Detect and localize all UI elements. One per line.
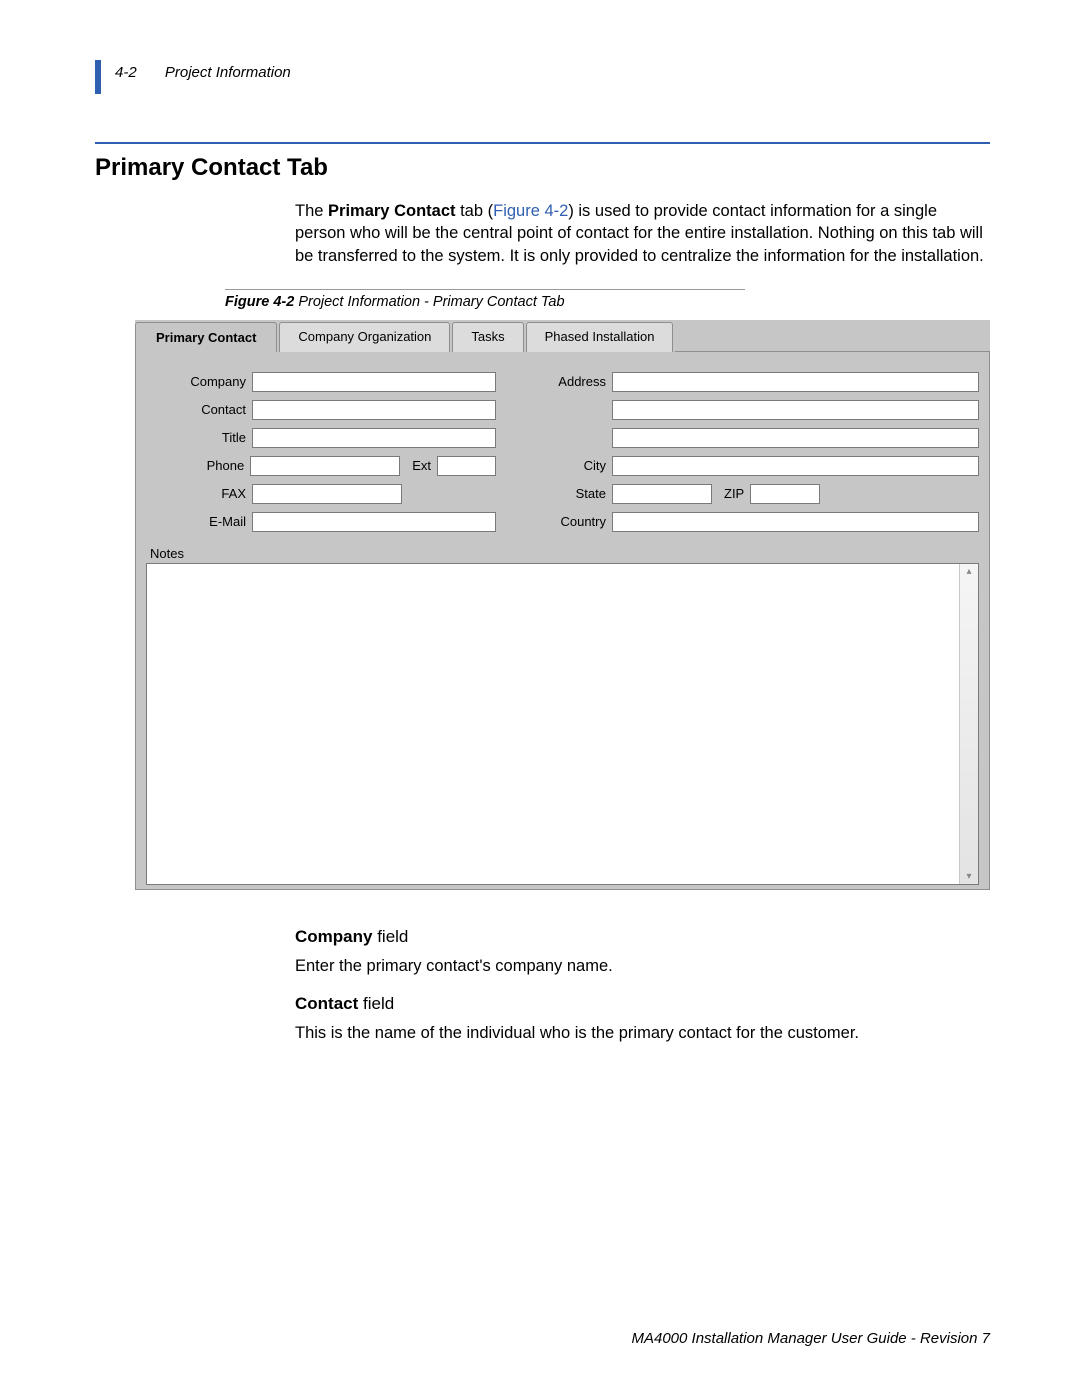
header-section: Project Information [165,64,291,81]
address-field-1[interactable] [612,372,979,392]
page-title: Primary Contact Tab [95,154,990,182]
contact-field[interactable] [252,400,496,420]
figure-rule [225,289,745,290]
tab-tasks[interactable]: Tasks [452,322,523,352]
page-number: 4-2 [115,64,137,81]
page-header: 4-2 Project Information [95,60,990,94]
city-label: City [536,458,612,473]
tab-company-organization[interactable]: Company Organization [279,322,450,352]
company-field-heading: Company field [295,926,990,949]
company-label: Company [146,374,252,389]
section-rule [95,142,990,144]
fax-field[interactable] [252,484,402,504]
ext-field[interactable] [437,456,496,476]
contact-field-heading: Contact field [295,993,990,1016]
tab-primary-contact[interactable]: Primary Contact [135,322,277,352]
fax-label: FAX [146,486,252,501]
company-field-desc: Enter the primary contact's company name… [295,955,990,977]
figure-link[interactable]: Figure 4-2 [493,202,568,220]
title-field[interactable] [252,428,496,448]
ext-label: Ext [400,458,437,473]
zip-field[interactable] [750,484,820,504]
state-label: State [536,486,612,501]
notes-label: Notes [150,546,979,561]
address-label: Address [536,374,612,389]
contact-field-desc: This is the name of the individual who i… [295,1022,990,1044]
phone-label: Phone [146,458,250,473]
tab-strip: Primary Contact Company Organization Tas… [135,320,990,352]
header-accent [95,60,101,94]
page-footer: MA4000 Installation Manager User Guide -… [631,1330,990,1347]
notes-field[interactable]: ▴ ▾ [146,563,979,885]
zip-label: ZIP [712,486,750,501]
contact-label: Contact [146,402,252,417]
title-label: Title [146,430,252,445]
email-field[interactable] [252,512,496,532]
scroll-up-icon[interactable]: ▴ [966,566,971,577]
company-field[interactable] [252,372,496,392]
tab-phased-installation[interactable]: Phased Installation [526,322,674,352]
figure-caption: Figure 4-2 Project Information - Primary… [225,294,990,310]
email-label: E-Mail [146,514,252,529]
scroll-down-icon[interactable]: ▾ [966,871,971,882]
intro-paragraph: The Primary Contact tab (Figure 4-2) is … [295,200,986,267]
scrollbar[interactable]: ▴ ▾ [959,564,978,884]
country-field[interactable] [612,512,979,532]
city-field[interactable] [612,456,979,476]
address-field-2[interactable] [612,400,979,420]
address-field-3[interactable] [612,428,979,448]
country-label: Country [536,514,612,529]
state-field[interactable] [612,484,712,504]
phone-field[interactable] [250,456,400,476]
figure-screenshot: Primary Contact Company Organization Tas… [135,320,990,890]
